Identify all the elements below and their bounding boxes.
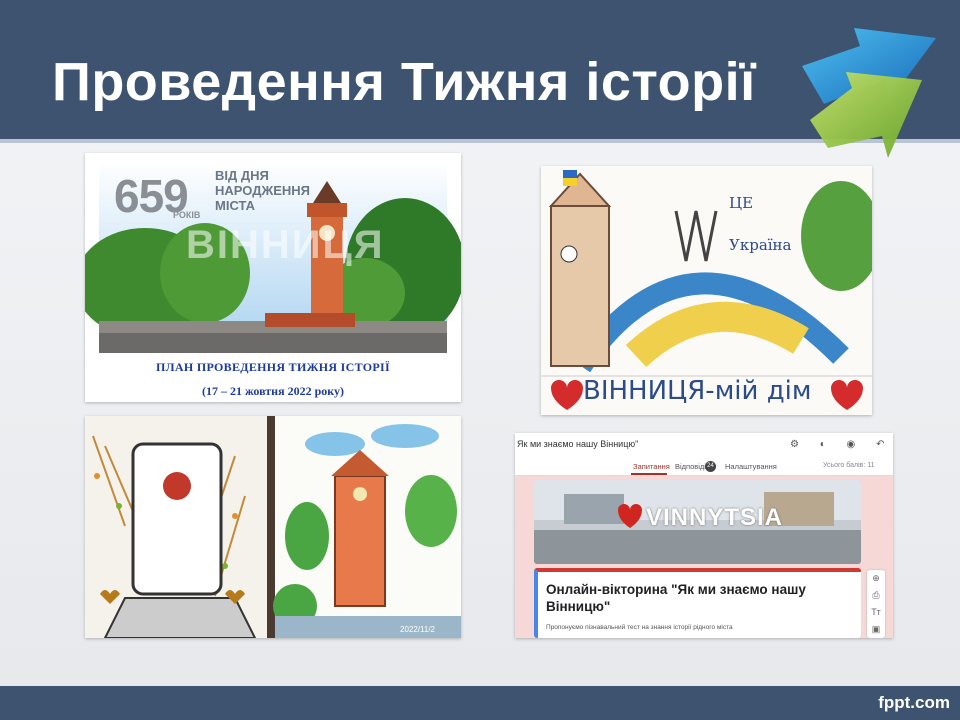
years-label: РОКІВ bbox=[173, 210, 201, 220]
import-questions-icon[interactable]: ⎙ bbox=[867, 587, 885, 604]
add-image-icon[interactable]: ▣ bbox=[867, 621, 885, 638]
form-title-card: Онлайн-вікторина "Як ми знаємо нашу Вінн… bbox=[534, 568, 861, 638]
total-score: Усього балів: 11 bbox=[823, 462, 875, 469]
footer-bar: fppt.com bbox=[0, 686, 960, 720]
add-question-icon[interactable]: ⊕ bbox=[867, 570, 885, 587]
city-name-overlay: ВІННИЦЯ bbox=[186, 223, 385, 267]
banner-sign-text: VINNYTSIA bbox=[646, 504, 784, 531]
google-form-screenshot: Як ми знаємо нашу Вінницю" ⚙ ◐ ◉ ↶ ↷ Зап… bbox=[515, 433, 893, 638]
add-title-icon[interactable]: Tт bbox=[867, 604, 885, 621]
tab-questions[interactable]: Запитання bbox=[633, 462, 670, 471]
drawing-caption: ВІННИЦЯ-мій дім bbox=[583, 376, 812, 406]
form-header: Як ми знаємо нашу Вінницю" ⚙ ◐ ◉ ↶ ↷ Зап… bbox=[515, 433, 893, 476]
photo-timestamp: 2022/11/2 bbox=[400, 625, 435, 634]
child-drawing-tower-bridge: ЦЕ Україна ВІННИЦЯ-мій дім bbox=[541, 166, 872, 415]
form-side-toolbar: ⊕ ⎙ Tт ▣ bbox=[867, 570, 885, 638]
quiz-description[interactable]: Пропонуємо пізнавальний тест на знання і… bbox=[546, 624, 733, 631]
active-tab-indicator bbox=[631, 473, 667, 475]
form-toolbar-icons: ⚙ ◐ ◉ ↶ ↷ bbox=[790, 439, 893, 450]
tab-settings[interactable]: Налаштування bbox=[725, 462, 777, 471]
form-banner-image: VINNYTSIA bbox=[534, 480, 861, 564]
child-drawings-pair bbox=[85, 416, 461, 638]
quiz-title[interactable]: Онлайн-вікторина "Як ми знаємо нашу Вінн… bbox=[546, 581, 846, 615]
tab-responses[interactable]: Відповіді bbox=[675, 462, 706, 471]
from-day-label: ВІД ДНЯ НАРОДЖЕННЯ МІСТА bbox=[215, 168, 311, 213]
footer-brand: fppt.com bbox=[878, 693, 950, 712]
drawing-artwork bbox=[85, 416, 461, 638]
plan-dates: (17 – 21 жовтня 2022 року) bbox=[202, 384, 344, 398]
arrows-logo-icon bbox=[802, 28, 936, 158]
drawing-text-line1: ЦЕ bbox=[729, 194, 754, 212]
plan-title: ПЛАН ПРОВЕДЕННЯ ТИЖНЯ ІСТОРІЇ bbox=[156, 360, 390, 374]
form-doc-title: Як ми знаємо нашу Вінницю" bbox=[517, 439, 639, 449]
responses-count-badge: 24 bbox=[705, 461, 716, 472]
slide-title: Проведення Тижня історії bbox=[52, 52, 756, 112]
drawing-text-line2: Україна bbox=[729, 236, 792, 254]
